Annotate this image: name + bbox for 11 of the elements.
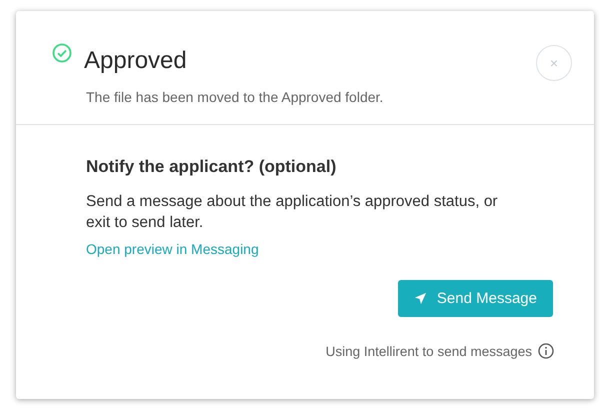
info-icon[interactable]: [538, 343, 554, 359]
notify-description: Send a message about the application’s approved status, or exit to send later.: [86, 192, 499, 233]
dialog-title: Approved: [84, 47, 187, 75]
preview-link[interactable]: Open preview in Messaging: [86, 241, 259, 257]
footer-note: Using Intellirent to send messages: [326, 344, 532, 358]
close-button[interactable]: ×: [536, 45, 572, 81]
check-icon: [52, 43, 72, 63]
dialog-subtitle: The file has been moved to the Approved folder.: [86, 89, 384, 105]
paper-plane-icon: [414, 292, 427, 305]
send-message-button[interactable]: Send Message: [398, 280, 553, 317]
notify-heading: Notify the applicant? (optional): [86, 157, 338, 177]
